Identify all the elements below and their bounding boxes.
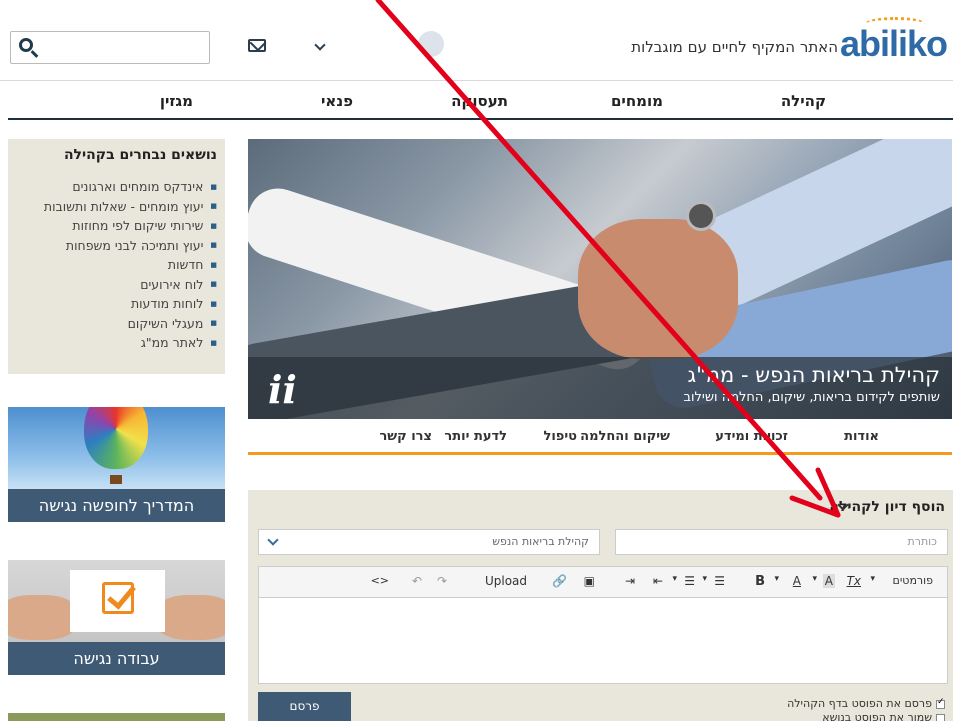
tab-rights-info[interactable]: זכויות ומידע xyxy=(715,429,788,444)
banner-photo-hands xyxy=(578,219,738,359)
nav-item-community[interactable]: קהילה xyxy=(781,92,826,110)
image-icon[interactable]: ▣ xyxy=(584,574,595,588)
banner-subtitle: שותפים לקידום בריאות, שיקום, החלמה ושילו… xyxy=(683,390,940,405)
community-banner: ii קהילת בריאות הנפש - ממ"ג שותפים לקידו… xyxy=(248,139,952,419)
topic-link[interactable]: מעגלי השיקום xyxy=(44,314,217,334)
numbered-list-icon[interactable]: ☰ xyxy=(684,574,695,588)
community-logo: ii xyxy=(268,367,297,412)
caret-down-icon[interactable]: ▾ xyxy=(672,574,677,584)
topic-link[interactable]: חדשות xyxy=(44,255,217,275)
balloon-basket xyxy=(110,475,122,484)
checkbox-checked[interactable] xyxy=(936,697,945,709)
tabs-underline xyxy=(248,452,952,455)
site-tagline: האתר המקיף לחיים עם מוגבלות xyxy=(631,38,838,56)
checkbox-icon xyxy=(102,582,134,614)
featured-topics-list: אינדקס מומחים וארגונים יעוץ מומחים - שאל… xyxy=(44,177,217,353)
tab-contact[interactable]: צרו קשר xyxy=(379,429,432,444)
featured-topics-box: נושאים נבחרים בקהילה אינדקס מומחים וארגו… xyxy=(8,139,225,374)
user-avatar-icon[interactable] xyxy=(418,31,444,57)
tab-rehab-recovery[interactable]: שיקום והחלמה xyxy=(580,429,670,444)
chevron-down-icon[interactable] xyxy=(314,39,326,51)
hand-left xyxy=(8,595,78,640)
chevron-down-icon xyxy=(267,534,279,546)
site-logo[interactable]: abiliko xyxy=(840,17,948,65)
hot-air-balloon xyxy=(84,407,148,469)
font-color-icon[interactable]: A xyxy=(793,574,801,588)
main-nav: קהילה מומחים תעסוקה פנאי מגזין xyxy=(0,81,953,119)
community-select[interactable]: קהילת בריאות הנפש xyxy=(258,529,600,555)
mail-icon[interactable] xyxy=(248,39,266,52)
banner-title: קהילת בריאות הנפש - ממ"ג xyxy=(687,363,940,387)
topic-link[interactable]: לוחות מודעות xyxy=(44,294,217,314)
checkbox-label: שמור את הפוסט בנושא xyxy=(822,711,932,721)
logo-arc xyxy=(865,17,925,31)
caret-down-icon[interactable]: ▾ xyxy=(870,574,875,584)
publish-button[interactable]: פרסם xyxy=(258,692,351,721)
accessible-work-card[interactable]: עבודה נגישה xyxy=(8,560,225,675)
upload-button[interactable]: Upload xyxy=(485,574,527,588)
topic-link[interactable]: לאתר ממ"ג xyxy=(44,333,217,353)
accessible-vacation-card[interactable]: המדריך לחופשה נגישה xyxy=(8,407,225,522)
link-icon[interactable]: 🔗 xyxy=(552,574,567,588)
caret-down-icon[interactable]: ▾ xyxy=(774,574,779,584)
checkbox-unchecked[interactable] xyxy=(936,713,945,721)
card-caption: עבודה נגישה xyxy=(8,642,225,675)
caret-down-icon[interactable]: ▾ xyxy=(812,574,817,584)
indent-less-icon[interactable]: ⇤ xyxy=(653,574,663,588)
search-input[interactable] xyxy=(10,31,210,64)
undo-icon[interactable]: ↶ xyxy=(412,574,422,588)
bg-color-icon[interactable]: A xyxy=(822,574,835,588)
indent-more-icon[interactable]: ⇥ xyxy=(625,574,635,588)
save-topic-checkbox[interactable]: שמור את הפוסט בנושא xyxy=(822,711,945,721)
redo-icon[interactable]: ↷ xyxy=(437,574,447,588)
nav-underline xyxy=(8,118,953,120)
featured-topics-title: נושאים נבחרים בקהילה xyxy=(63,147,217,163)
title-input[interactable]: כותרת xyxy=(615,529,948,555)
editor-toolbar: פורמטים ▾ Tx A ▾ A ▾ B ☰ ▾ ☰ ▾ ⇤ ⇥ ▣ 🔗 U… xyxy=(258,566,948,598)
sidebar-card-partial[interactable] xyxy=(8,713,225,721)
nav-item-employment[interactable]: תעסוקה xyxy=(451,92,508,110)
nav-item-leisure[interactable]: פנאי xyxy=(321,92,353,110)
post-body-editor[interactable] xyxy=(258,598,948,684)
tab-about[interactable]: אודות xyxy=(844,429,879,444)
bullet-list-icon[interactable]: ☰ xyxy=(714,574,725,588)
tab-treatment[interactable]: טיפול xyxy=(543,429,577,444)
work-image xyxy=(8,560,225,646)
balloon-image xyxy=(8,407,225,493)
checkbox-label: פרסם את הפוסט בדף הקהילה xyxy=(787,697,932,710)
search-icon[interactable] xyxy=(19,38,33,52)
topic-link[interactable]: יעוץ ותמיכה לבני משפחות xyxy=(44,236,217,256)
topic-link[interactable]: שירותי שיקום לפי מחוזות xyxy=(44,216,217,236)
card-caption: המדריך לחופשה נגישה xyxy=(8,489,225,522)
topic-link[interactable]: לוח אירועים xyxy=(44,275,217,295)
caret-down-icon[interactable]: ▾ xyxy=(702,574,707,584)
tab-learn-more[interactable]: לדעת יותר xyxy=(444,429,507,444)
formats-dropdown[interactable]: פורמטים xyxy=(893,574,933,587)
topic-link[interactable]: אינדקס מומחים וארגונים xyxy=(44,177,217,197)
bold-icon[interactable]: B xyxy=(755,574,765,589)
community-select-value: קהילת בריאות הנפש xyxy=(492,535,589,548)
nav-item-experts[interactable]: מומחים xyxy=(611,92,663,110)
topic-link[interactable]: יעוץ מומחים - שאלות ותשובות xyxy=(44,197,217,217)
publish-community-checkbox[interactable]: פרסם את הפוסט בדף הקהילה xyxy=(787,697,945,710)
community-tabs: אודות זכויות ומידע שיקום והחלמה טיפול לד… xyxy=(248,419,952,453)
clear-format-icon[interactable]: Tx xyxy=(847,574,861,588)
source-code-icon[interactable]: <> xyxy=(371,574,389,587)
nav-item-magazine[interactable]: מגזין xyxy=(160,92,193,110)
banner-photo-watch xyxy=(686,201,716,231)
hand-right xyxy=(155,595,225,640)
